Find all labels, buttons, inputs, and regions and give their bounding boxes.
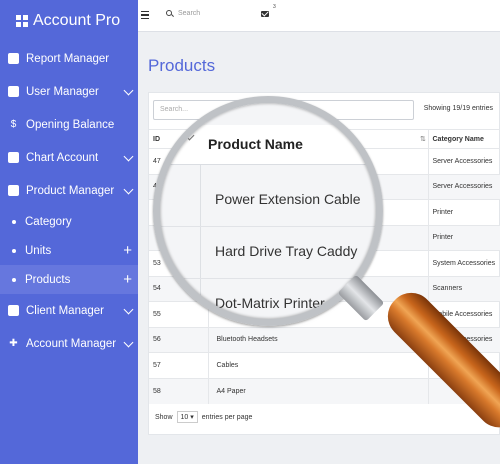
sidebar-item-account-manager[interactable]: ✚ Account Manager: [0, 327, 138, 360]
show-label: Show: [155, 413, 173, 421]
cell-name: A4 Paper: [207, 377, 428, 404]
entries-per-page-label: entries per page: [201, 413, 253, 421]
sidebar-item-opening-balance[interactable]: $ Opening Balance: [0, 108, 138, 141]
chevron-down-icon: [123, 151, 134, 162]
list-icon: [8, 152, 19, 163]
briefcase-icon: [8, 185, 19, 196]
sidebar-item-chart-account[interactable]: Chart Account: [0, 141, 138, 174]
app-title: Account Pro: [33, 12, 121, 29]
column-header-category[interactable]: Category Name: [427, 129, 500, 149]
sidebar-item-label: User Manager: [26, 85, 99, 98]
sidebar-item-label: Opening Balance: [26, 118, 115, 131]
sidebar-subitem-label: Category: [25, 215, 72, 228]
top-search-input[interactable]: Search: [178, 10, 200, 17]
sidebar-item-label: Chart Account: [26, 151, 99, 164]
bullet-icon: [12, 277, 16, 282]
sidebar-item-client-manager[interactable]: Client Manager: [0, 294, 138, 327]
sidebar-item-label: Account Manager: [26, 337, 117, 350]
cell-category: Printer: [427, 199, 500, 225]
sidebar-subitem-label: Products: [25, 273, 71, 286]
chevron-down-icon: [123, 337, 134, 348]
sidebar-subitem-category[interactable]: Category: [0, 207, 138, 236]
chevron-down-icon: [123, 184, 134, 195]
sidebar-subitem-units[interactable]: Units +: [0, 236, 138, 265]
cell-id: 56: [149, 326, 208, 353]
cell-category: Server Accessories: [427, 173, 500, 200]
chevron-down-icon: [123, 85, 134, 96]
cell-category: Scanners: [427, 275, 500, 302]
entries-count: Showing 19/19 entries: [423, 105, 493, 112]
sidebar-subitem-label: Units: [25, 244, 52, 257]
sidebar-item-label: Product Manager: [26, 184, 115, 197]
page-title: Products: [148, 56, 216, 75]
search-icon[interactable]: [166, 10, 172, 16]
sidebar-item-label: Report Manager: [26, 52, 110, 65]
mail-icon[interactable]: [261, 11, 269, 17]
mail-count-badge: 3: [273, 4, 276, 10]
chevron-down-icon: [123, 304, 134, 315]
cell-category: System Accessories: [427, 250, 500, 276]
topbar: Search 3: [138, 0, 500, 32]
clipboard-icon: [8, 53, 19, 64]
plus-icon[interactable]: +: [123, 243, 132, 258]
sidebar-subitem-products[interactable]: Products +: [0, 265, 138, 294]
per-page-value: 10: [180, 414, 189, 421]
card-icon: [8, 305, 19, 316]
cell-category: Server Accessories: [427, 148, 500, 174]
bullet-icon: [12, 248, 16, 253]
sidebar: Account Pro Report Manager User Manager …: [0, 0, 138, 464]
sidebar-item-report-manager[interactable]: Report Manager: [0, 42, 138, 75]
pagination-footer: Show 10 ▾ entries per page: [155, 411, 252, 423]
dollar-icon: $: [10, 119, 17, 130]
cell-id: 58: [149, 377, 208, 404]
chart-icon: [8, 86, 19, 97]
sidebar-item-user-manager[interactable]: User Manager: [0, 75, 138, 108]
cell-name: Cables: [207, 352, 428, 378]
brand[interactable]: Account Pro: [0, 0, 138, 42]
per-page-select[interactable]: 10 ▾: [176, 411, 198, 423]
bullet-icon: [12, 219, 16, 224]
grid-logo-icon: [16, 15, 28, 27]
sidebar-item-product-manager[interactable]: Product Manager: [0, 174, 138, 207]
plus-icon[interactable]: +: [123, 272, 132, 287]
hamburger-menu-icon[interactable]: [141, 11, 149, 21]
cell-id: 57: [149, 352, 208, 378]
cell-category: Printer: [427, 224, 500, 251]
puzzle-icon: ✚: [9, 338, 18, 349]
sidebar-item-label: Client Manager: [26, 304, 104, 317]
